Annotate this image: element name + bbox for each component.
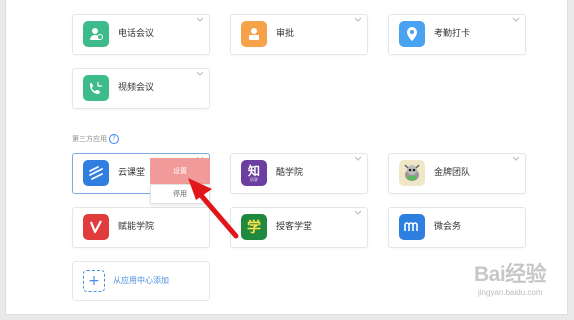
app-card-phone-meeting[interactable]: 电话会议 <box>72 14 210 55</box>
micro-conference-icon <box>399 214 425 240</box>
section-label-third-party: 第三方应用 ? <box>72 134 119 144</box>
app-card-shouke-classroom[interactable]: 学 授客学堂 <box>230 207 368 248</box>
app-card-approval[interactable]: 审批 <box>230 14 368 55</box>
app-label: 电话会议 <box>118 29 155 39</box>
approval-icon <box>241 21 267 47</box>
add-app-label: 从应用中心添加 <box>113 276 169 285</box>
app-card-attendance[interactable]: 考勤打卡 <box>388 14 526 55</box>
app-label: 云课堂 <box>118 168 146 178</box>
shouke-classroom-icon: 学 <box>241 214 267 240</box>
chevron-down-icon[interactable] <box>196 71 204 77</box>
chevron-down-icon[interactable] <box>354 156 362 162</box>
app-label: 授客学堂 <box>276 222 313 232</box>
disable-menu-item[interactable]: 停用 <box>150 184 210 204</box>
app-card-empower-academy[interactable]: 赋能学院 <box>72 207 210 248</box>
app-label: 金牌团队 <box>434 168 471 178</box>
chevron-down-icon[interactable] <box>512 17 520 23</box>
cloud-classroom-icon <box>83 160 109 186</box>
chevron-down-icon[interactable] <box>196 17 204 23</box>
chevron-down-icon[interactable] <box>354 17 362 23</box>
app-card-kuxueyuan[interactable]: 知 乐学 酷学院 <box>230 153 368 194</box>
baidu-jingyan-watermark: Bai经验 jingyan.baidu.com <box>474 263 547 297</box>
video-meeting-icon <box>83 75 109 101</box>
app-label: 视频会议 <box>118 83 155 93</box>
empower-academy-icon <box>83 214 109 240</box>
attendance-icon <box>399 21 425 47</box>
app-card-video-meeting[interactable]: 视频会议 <box>72 68 210 109</box>
app-label: 微会务 <box>434 222 462 232</box>
chevron-down-icon[interactable] <box>512 156 520 162</box>
phone-meeting-icon <box>83 21 109 47</box>
app-label: 考勤打卡 <box>434 29 471 39</box>
app-card-micro-conference[interactable]: 微会务 <box>388 207 526 248</box>
settings-menu-item[interactable]: 设置 <box>150 158 210 184</box>
add-from-app-center-button[interactable]: + 从应用中心添加 <box>72 261 210 301</box>
kuxueyuan-icon: 知 乐学 <box>241 160 267 186</box>
app-label: 赋能学院 <box>118 222 155 232</box>
app-label: 酷学院 <box>276 168 304 178</box>
app-label: 审批 <box>276 29 295 39</box>
app-card-gold-team[interactable]: 金牌团队 <box>388 153 526 194</box>
plus-icon: + <box>83 270 105 292</box>
gold-team-icon <box>399 160 425 186</box>
help-icon[interactable]: ? <box>109 134 119 144</box>
chevron-down-icon[interactable] <box>354 210 362 216</box>
app-panel: 电话会议 审批 考勤打卡 视频会议 第三方应用 ? 云课堂 知 乐学 酷学院 金… <box>5 0 568 315</box>
